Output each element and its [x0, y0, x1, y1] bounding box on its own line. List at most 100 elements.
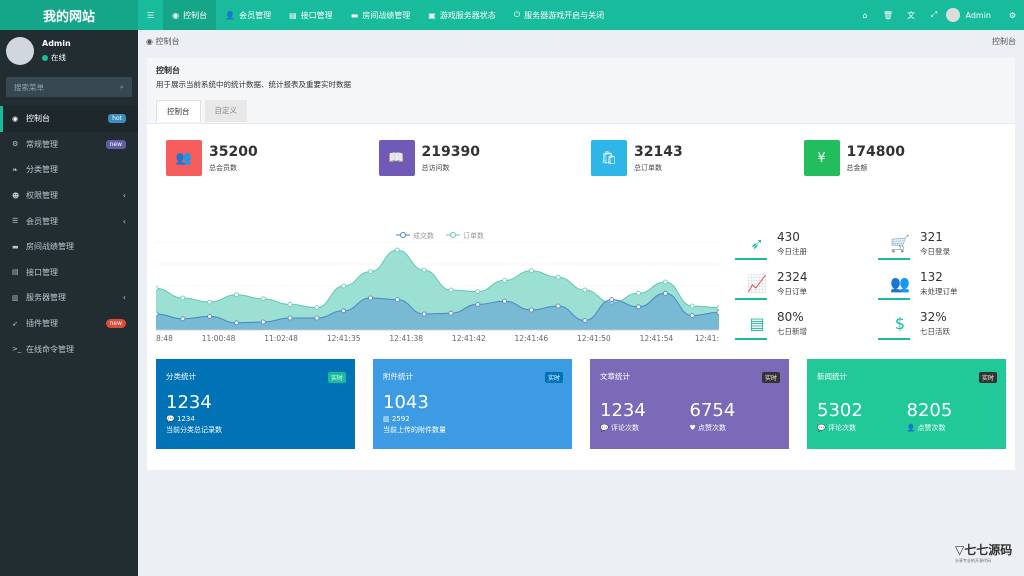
data-point[interactable]: [234, 292, 239, 298]
data-point[interactable]: [689, 313, 695, 318]
status-badge: 实时: [544, 372, 563, 383]
translate-icon[interactable]: 文: [900, 10, 923, 21]
data-point[interactable]: [341, 308, 347, 314]
gears-icon[interactable]: ⚙: [1001, 11, 1024, 20]
sidebar-item-api[interactable]: ▤ 接口管理: [0, 260, 138, 286]
x-tick-label: 12:41:46: [514, 334, 548, 343]
data-point[interactable]: [207, 299, 213, 305]
data-point[interactable]: [421, 267, 427, 273]
data-point[interactable]: [207, 314, 213, 319]
tab-custom[interactable]: 自定义: [204, 100, 247, 122]
book-icon: 📖: [378, 140, 415, 176]
card-attachment: 附件统计 实时 1043 ▥ 2592 当前上传的附件数量: [373, 359, 572, 449]
data-point[interactable]: [528, 268, 534, 274]
data-point[interactable]: [234, 320, 239, 326]
data-point[interactable]: [180, 295, 186, 301]
tab-room-record[interactable]: ▬ 房间战绩管理: [342, 0, 420, 30]
data-point[interactable]: [368, 269, 373, 274]
legend-label[interactable]: 订单数: [463, 231, 484, 240]
sidebar-item-room-record[interactable]: ▬ 房间战绩管理: [0, 234, 138, 260]
main-content: ◉ 控制台 控制台 控制台 用于展示当前系统中的统计数据、统计报表及重要实时数据…: [138, 30, 1024, 576]
legend-label[interactable]: 成交数: [413, 231, 434, 240]
sidebar-toggle[interactable]: ☰: [138, 0, 163, 30]
trash-icon[interactable]: 🗑: [877, 11, 900, 20]
top-navbar: 我的网站 ☰ ◉ 控制台 👤 会员管理 ▤ 接口管理 ▬ 房间战绩管理 ▣ 游戏服务器状态…: [0, 0, 1024, 30]
data-point[interactable]: [314, 315, 320, 321]
data-point[interactable]: [421, 311, 427, 317]
tab-console[interactable]: 控制台: [156, 100, 201, 122]
mini-stat-orders: 📈 2324 今日订单: [743, 270, 808, 297]
sidebar-item-plugins[interactable]: ➶ 插件管理 new: [0, 311, 138, 337]
comment-icon: 💬: [166, 415, 177, 423]
data-point[interactable]: [156, 286, 159, 291]
fullscreen-icon[interactable]: ⤢: [923, 10, 946, 20]
dashboard-icon: ◉: [12, 114, 19, 123]
legend-marker[interactable]: [450, 232, 456, 238]
sidebar-item-dashboard[interactable]: ◉ 控制台 hot: [0, 106, 138, 132]
data-point[interactable]: [287, 302, 293, 307]
data-point[interactable]: [475, 289, 481, 294]
data-point[interactable]: [716, 310, 719, 315]
data-point[interactable]: [180, 316, 186, 322]
data-point[interactable]: [555, 303, 561, 309]
avatar[interactable]: [945, 8, 960, 22]
page-description: 用于展示当前系统中的统计数据、统计报表及重要实时数据: [156, 80, 351, 89]
data-point[interactable]: [662, 290, 668, 296]
sidebar-item-members[interactable]: ☰ 会员管理 ‹: [0, 208, 138, 234]
comment-icon: 💬: [600, 424, 611, 432]
tab-server-toggle[interactable]: ⏻ 服务器游戏开启与关闭: [505, 0, 613, 30]
data-point[interactable]: [287, 315, 293, 321]
data-point[interactable]: [156, 311, 159, 317]
data-point[interactable]: [502, 298, 507, 304]
data-point[interactable]: [582, 287, 588, 293]
data-point[interactable]: [341, 283, 347, 289]
data-point[interactable]: [394, 297, 400, 302]
data-point[interactable]: [582, 318, 588, 323]
sidebar-item-server[interactable]: ▥ 服务器管理 ‹: [0, 285, 138, 311]
data-point[interactable]: [555, 274, 561, 280]
data-point[interactable]: [716, 305, 719, 310]
sidebar-item-auth[interactable]: ☻ 权限管理 ‹: [0, 183, 138, 209]
top-right-tools: ⌂ 🗑 文 ⤢ Admin ⚙: [854, 0, 1024, 30]
search-icon[interactable]: ⌕: [120, 82, 124, 92]
tab-server-status[interactable]: ▣ 游戏服务器状态: [419, 0, 505, 30]
yen-icon: ¥: [803, 140, 840, 176]
data-point[interactable]: [448, 287, 454, 293]
data-point[interactable]: [260, 319, 266, 325]
top-user-name[interactable]: Admin: [966, 11, 992, 20]
legend-marker[interactable]: [400, 232, 406, 238]
divider: [878, 298, 910, 300]
data-point[interactable]: [502, 278, 507, 283]
data-point[interactable]: [475, 302, 481, 307]
data-point[interactable]: [609, 297, 615, 302]
sidebar-item-console[interactable]: >_ 在线命令管理: [0, 336, 138, 362]
data-point[interactable]: [368, 295, 373, 301]
user-icon: 👤: [225, 10, 236, 20]
stat-amount: ¥ 174800 总金额: [803, 140, 1017, 176]
mini-stat-register: ➶ 430 今日注册: [743, 230, 807, 257]
home-icon[interactable]: ⌂: [854, 11, 877, 20]
sidebar-item-category[interactable]: ❧ 分类管理: [0, 157, 138, 183]
data-point[interactable]: [636, 304, 641, 310]
tab-api[interactable]: ▤ 接口管理: [280, 0, 342, 30]
mini-stat-new7: ▤ 80% 七日新增: [743, 310, 807, 337]
data-point[interactable]: [394, 247, 400, 253]
list-alt-icon: ▤: [749, 314, 765, 333]
panel-tabs: 控制台 自定义: [156, 100, 1006, 122]
data-point[interactable]: [662, 279, 668, 285]
mini-stat-active7: $32% 七日活跃: [886, 310, 950, 337]
data-point[interactable]: [528, 307, 534, 313]
data-point[interactable]: [314, 305, 320, 310]
data-point[interactable]: [260, 296, 266, 302]
sidebar-item-general[interactable]: ⚙ 常规管理 new: [0, 132, 138, 158]
online-dot-icon: [42, 54, 48, 61]
site-logo[interactable]: 我的网站: [0, 0, 138, 30]
data-point[interactable]: [448, 310, 454, 316]
data-point[interactable]: [636, 290, 641, 296]
image-icon: ▣: [428, 10, 436, 20]
tab-members[interactable]: 👤 会员管理: [216, 0, 280, 30]
data-point[interactable]: [689, 303, 695, 309]
search-input[interactable]: 搜索菜单 ⌕: [6, 77, 132, 97]
tab-dashboard[interactable]: ◉ 控制台: [163, 0, 217, 30]
stat-row: 👥 35200 总会员数 📖 219390 总访问数 🛍 32143 总订单数 ¥ 1…: [166, 140, 1016, 176]
